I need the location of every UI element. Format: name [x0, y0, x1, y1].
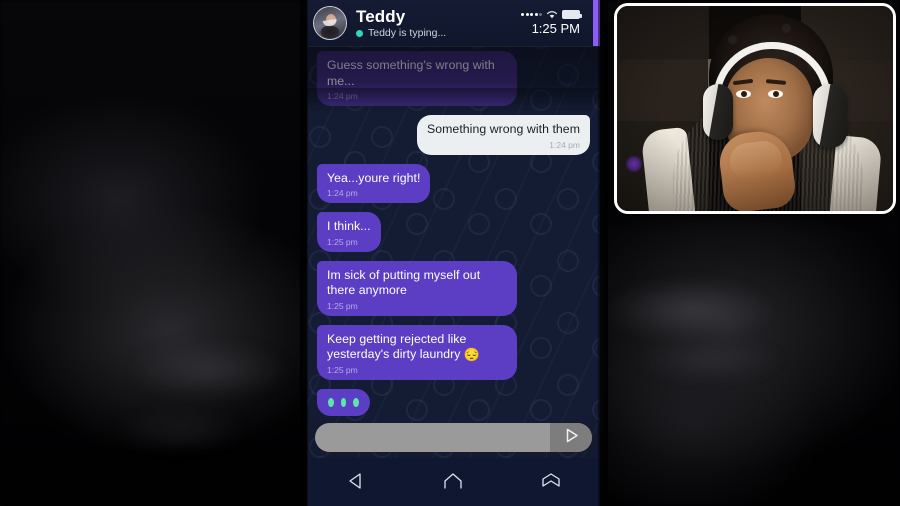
message-text: Yea...youre right! [327, 170, 421, 185]
send-arrow-icon [563, 427, 580, 447]
status-bar: 1:25 PM [521, 10, 582, 36]
message-text: Guess something's wrong with me... [327, 58, 495, 88]
webcam-vignette [617, 6, 893, 211]
wifi-icon [546, 10, 558, 19]
message-text: I think... [327, 219, 371, 233]
message-text: Im sick of putting myself out there anym… [327, 267, 481, 298]
typing-dot [353, 397, 360, 407]
message-row: Something wrong with them 1:24 pm [317, 115, 590, 155]
header-text-group: Teddy Teddy is typing... [356, 7, 521, 39]
back-triangle-icon [345, 471, 367, 494]
nav-back-button[interactable] [333, 465, 379, 499]
backdrop-highlight-left [60, 300, 300, 470]
typing-status-text: Teddy is typing... [368, 27, 447, 39]
message-row: I think... 1:25 pm [317, 212, 590, 252]
battery-full-icon [562, 10, 582, 19]
message-list[interactable]: Guess something's wrong with me... 1:24 p… [307, 46, 600, 417]
contact-name: Teddy [356, 7, 406, 26]
status-bar-time: 1:25 PM [531, 21, 580, 36]
phone-left-edge [300, 0, 308, 506]
screenshot-root: Teddy Teddy is typing... 1:25 PM Guess s… [0, 0, 900, 506]
typing-dot [340, 397, 347, 407]
nav-recents-button[interactable] [528, 465, 574, 499]
contact-avatar-image [313, 6, 347, 40]
message-composer [307, 416, 600, 458]
recents-icon [539, 471, 563, 494]
message-timestamp: 1:24 pm [327, 188, 358, 198]
incoming-message-bubble[interactable]: Guess something's wrong with me... 1:24 p… [317, 51, 517, 106]
incoming-message-bubble[interactable]: Keep getting rejected like yesterday's d… [317, 324, 517, 380]
message-emoji: 😔 [463, 347, 481, 362]
composer-pill[interactable] [315, 422, 592, 452]
home-icon [441, 471, 465, 494]
outgoing-message-bubble[interactable]: Something wrong with them 1:24 pm [417, 115, 590, 155]
avatar-photo [314, 7, 346, 39]
incoming-message-bubble[interactable]: I think... 1:25 pm [317, 212, 381, 252]
nav-home-button[interactable] [430, 465, 476, 499]
message-timestamp: 1:24 pm [549, 139, 580, 150]
phone-right-edge [598, 0, 608, 506]
message-row: Guess something's wrong with me... 1:24 p… [317, 51, 590, 106]
android-nav-bar [307, 458, 600, 506]
message-input[interactable] [315, 422, 550, 452]
typing-indicator-row [317, 388, 590, 416]
message-row: Im sick of putting myself out there anym… [317, 260, 590, 316]
chat-header: Teddy Teddy is typing... 1:25 PM [307, 0, 600, 46]
backdrop-highlight-right [600, 250, 850, 390]
phone-screen: Teddy Teddy is typing... 1:25 PM Guess s… [307, 0, 600, 506]
contact-status-row: Teddy is typing... [356, 27, 521, 39]
status-icon-group [521, 10, 582, 19]
incoming-message-bubble[interactable]: Yea...youre right! 1:24 pm [317, 163, 431, 203]
message-timestamp: 1:25 pm [327, 300, 358, 311]
message-row: Keep getting rejected like yesterday's d… [317, 324, 590, 380]
signal-dots-icon [521, 13, 542, 16]
message-timestamp: 1:24 pm [327, 91, 358, 101]
typing-dot [328, 397, 334, 407]
typing-indicator-bubble [317, 388, 370, 416]
message-timestamp: 1:25 pm [327, 364, 358, 375]
webcam-overlay [614, 3, 896, 214]
incoming-message-bubble[interactable]: Im sick of putting myself out there anym… [317, 260, 517, 316]
message-text: Keep getting rejected like yesterday's d… [327, 331, 481, 363]
message-timestamp: 1:25 pm [327, 236, 358, 247]
send-button[interactable] [550, 422, 592, 452]
message-row: Yea...youre right! 1:24 pm [317, 163, 590, 203]
online-status-dot [356, 29, 363, 37]
avatar[interactable] [313, 6, 347, 40]
message-text: Something wrong with them [427, 122, 580, 136]
